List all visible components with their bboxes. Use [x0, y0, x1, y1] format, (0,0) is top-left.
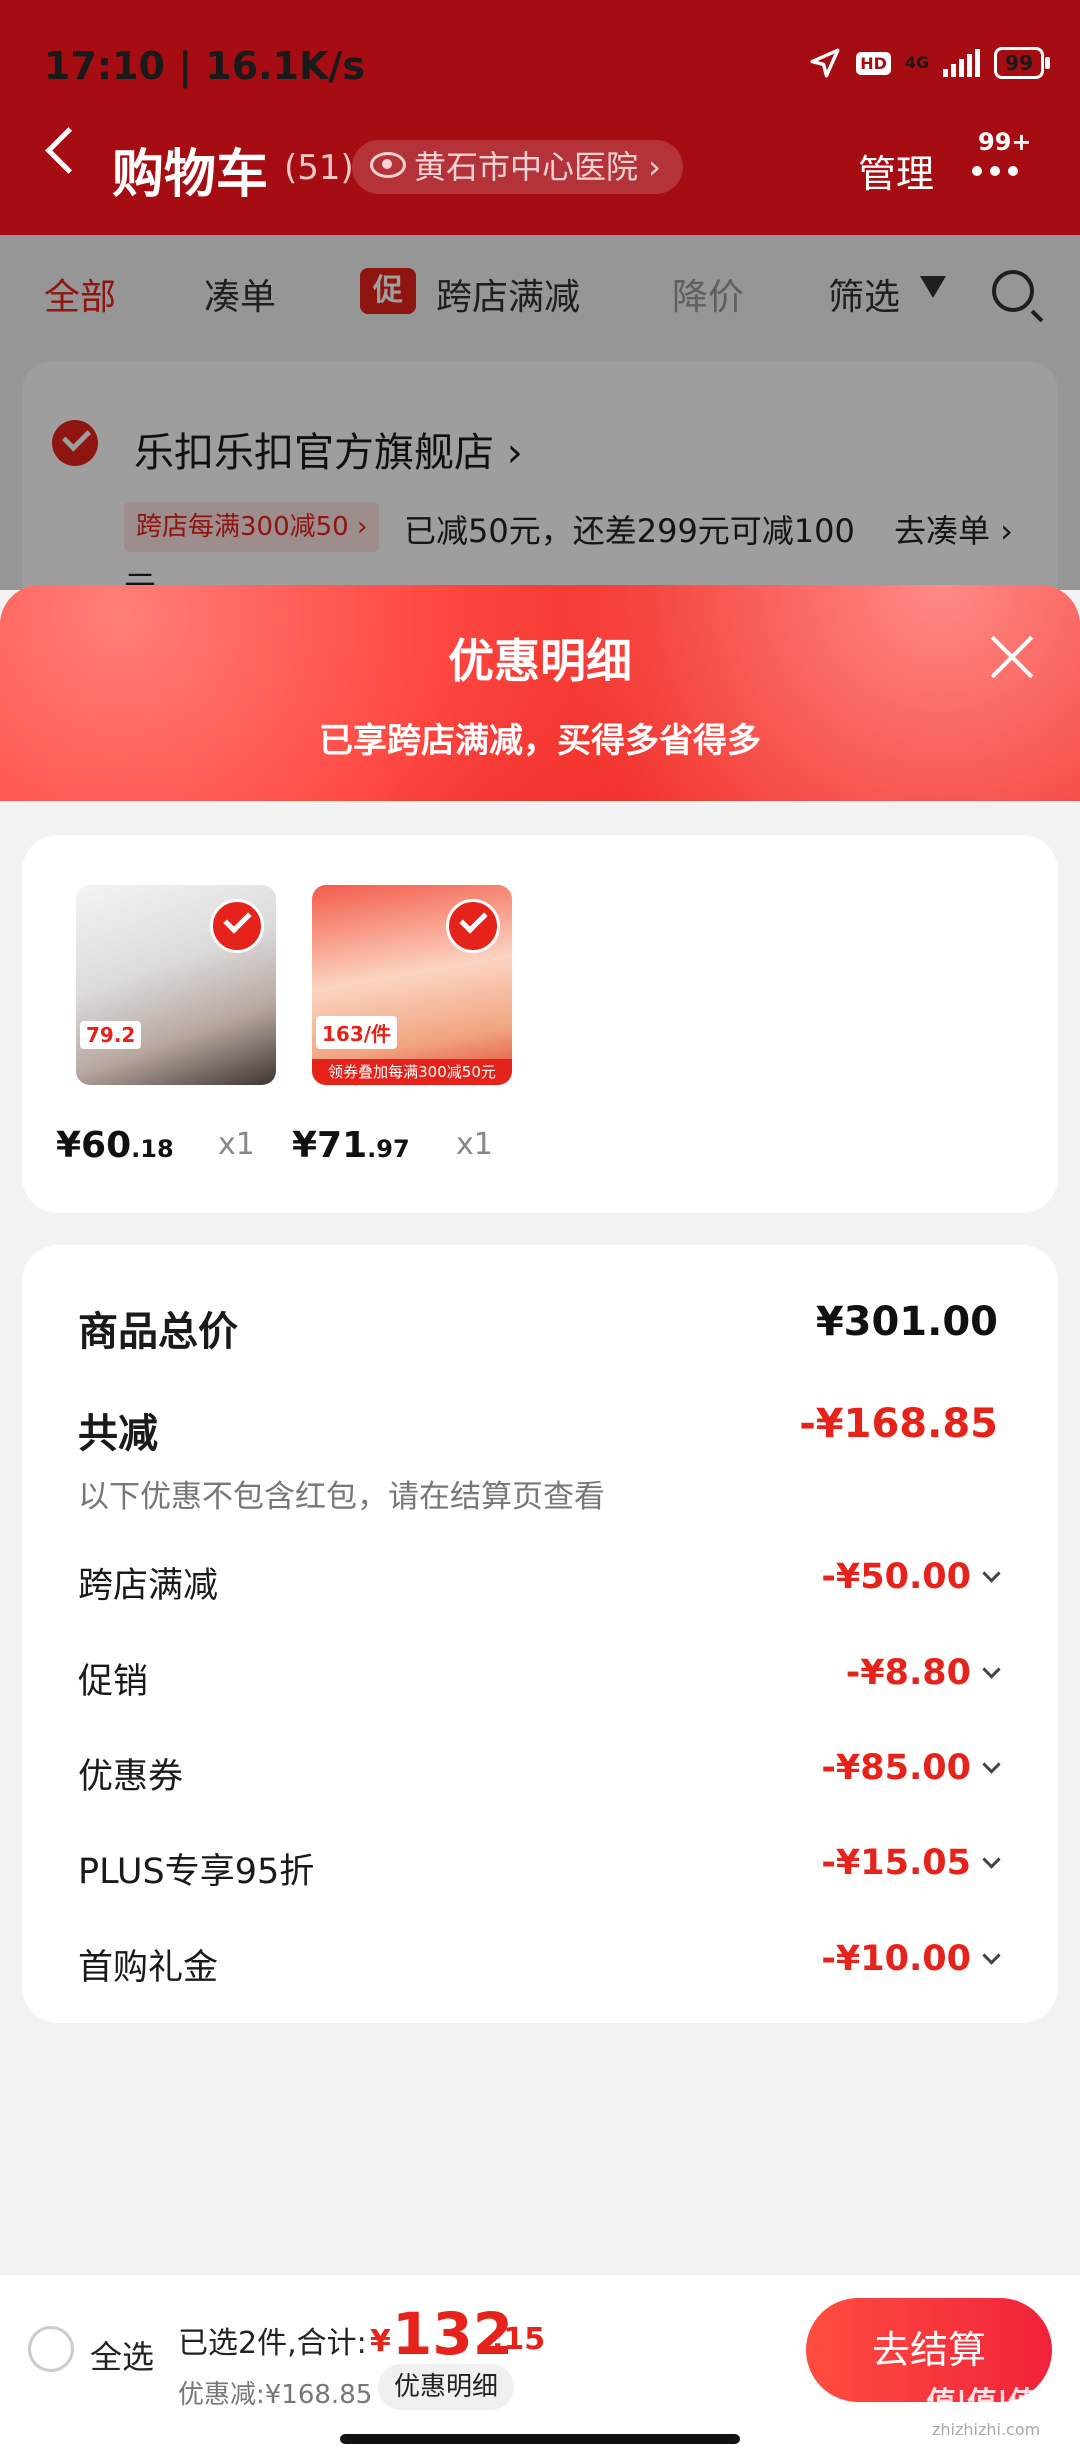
location-arrow-icon — [810, 48, 840, 78]
eye-icon — [370, 152, 406, 178]
row-value-first-purchase[interactable]: -¥10.00 — [821, 1939, 1001, 1979]
reduce-label: 共减 — [78, 1411, 158, 1457]
product-qty: x1 — [456, 1127, 493, 1162]
discount-amount: 优惠减:¥168.85 — [178, 2380, 373, 2410]
select-all-radio[interactable] — [28, 2326, 74, 2372]
total-label: 商品总价 — [78, 1309, 238, 1355]
products-card: 79.2 163/件 领券叠加每满300减50元 — [22, 835, 1058, 1213]
dim-overlay[interactable] — [0, 235, 1080, 590]
total-amount-decimal: .15 — [492, 2322, 546, 2357]
row-label-promotion: 促销 — [78, 1662, 149, 1702]
cart-count: (51) — [284, 148, 354, 188]
sheet-subtitle: 已享跨店满减，买得多省得多 — [319, 721, 761, 761]
checked-icon — [210, 899, 264, 953]
signal-icon — [943, 49, 981, 77]
chevron-down-icon — [982, 1946, 1001, 1965]
sheet-header — [0, 585, 1080, 801]
status-time: 17:10 | 16.1K/s — [44, 44, 365, 88]
thumb-price-tag: 79.2 — [80, 1021, 142, 1049]
reduce-value: -¥168.85 — [799, 1401, 998, 1447]
product-qty: x1 — [218, 1127, 255, 1162]
discount-detail-sheet: 优惠明细 已享跨店满减，买得多省得多 79.2 163/件 领券叠加每满300减… — [0, 585, 1080, 2275]
selected-count-text: 已选2件,合计: — [178, 2326, 367, 2361]
close-icon[interactable] — [988, 633, 1036, 681]
hd-badge: HD — [856, 51, 891, 75]
product-thumbnail[interactable]: 79.2 — [76, 885, 276, 1085]
discount-detail-button[interactable]: 优惠明细 — [378, 2364, 515, 2410]
product-price: ¥60.18 — [56, 1125, 174, 1166]
select-all-label[interactable]: 全选 — [90, 2332, 154, 2378]
more-dots-icon — [972, 166, 1018, 176]
discount-note: 以下优惠不包含红包，请在结算页查看 — [78, 1479, 605, 1515]
more-button[interactable] — [972, 150, 1018, 176]
home-indicator[interactable] — [340, 2434, 740, 2444]
watermark: 值|值|值 — [926, 2386, 1038, 2421]
row-value-cross-store[interactable]: -¥50.00 — [821, 1557, 1001, 1597]
status-icons: HD 4G 99 — [808, 46, 1050, 80]
checked-icon — [446, 899, 500, 953]
row-label-coupon: 优惠券 — [78, 1757, 184, 1797]
row-value-plus[interactable]: -¥15.05 — [821, 1843, 1001, 1883]
manage-button[interactable]: 管理 — [858, 143, 934, 198]
row-label-cross-store: 跨店满减 — [78, 1566, 219, 1606]
battery-icon: 99 — [994, 47, 1050, 79]
page-title: 购物车 — [112, 145, 269, 205]
row-value-coupon[interactable]: -¥85.00 — [821, 1748, 1001, 1788]
watermark-url: zhizhizhi.com — [932, 2420, 1041, 2439]
row-label-first-purchase: 首购礼金 — [78, 1948, 219, 1988]
chevron-down-icon — [982, 1850, 1001, 1869]
total-value: ¥301.00 — [815, 1299, 998, 1345]
row-label-plus: PLUS专享95折 — [78, 1852, 315, 1892]
network-label: 4G — [904, 53, 930, 72]
chevron-down-icon — [982, 1755, 1001, 1774]
chevron-down-icon — [982, 1660, 1001, 1679]
row-value-promotion[interactable]: -¥8.80 — [846, 1653, 1001, 1693]
chevron-down-icon — [982, 1564, 1001, 1583]
product-price: ¥71.97 — [292, 1125, 410, 1166]
summary-card: 商品总价 ¥301.00 共减 -¥168.85 以下优惠不包含红包，请在结算页… — [22, 1245, 1058, 2023]
product-thumbnail[interactable]: 163/件 领券叠加每满300减50元 — [312, 885, 512, 1085]
sheet-title: 优惠明细 — [448, 634, 632, 688]
thumb-caption: 领券叠加每满300减50元 — [312, 1059, 512, 1085]
total-currency: ¥ — [370, 2324, 391, 2359]
thumb-price-tag: 163/件 — [316, 1016, 398, 1049]
